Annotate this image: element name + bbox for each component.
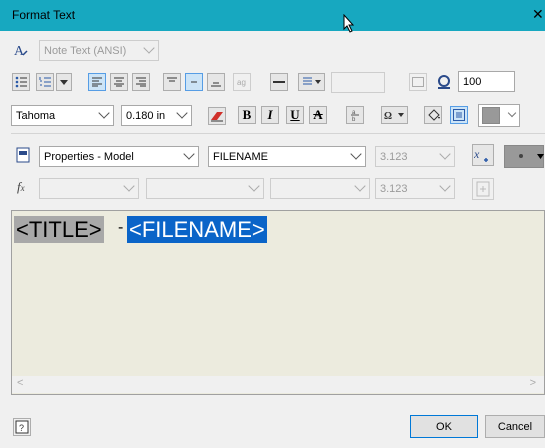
add-property-icon[interactable]: x [472, 144, 494, 166]
add-parameter-icon[interactable] [472, 178, 494, 200]
svg-text:x: x [474, 147, 480, 161]
line-spacing-dropdown-icon[interactable] [298, 73, 325, 91]
parameter-part-select[interactable] [39, 178, 139, 199]
scroll-left-icon[interactable]: < [17, 377, 23, 389]
parameter-type-select[interactable] [146, 178, 264, 199]
divider [11, 133, 545, 134]
valign-top-button[interactable] [163, 73, 181, 91]
align-center-button[interactable] [110, 73, 128, 91]
symbol-dropdown-icon[interactable]: Ω [381, 106, 408, 124]
cancel-button[interactable]: Cancel [485, 415, 545, 438]
scroll-right-icon[interactable]: > [530, 377, 536, 389]
italic-button[interactable]: I [261, 106, 279, 124]
underline-button[interactable]: U [286, 106, 304, 124]
parameter-precision-select[interactable]: 3.123 [375, 178, 455, 199]
width-scale-icon [409, 73, 427, 91]
tracking-icon [435, 73, 453, 91]
list-dropdown-icon[interactable] [56, 73, 72, 91]
frame-button[interactable] [450, 106, 468, 124]
width-scale-input[interactable]: 100 [458, 71, 515, 92]
text-color-icon[interactable] [208, 107, 226, 125]
line-spacing-value[interactable] [331, 72, 385, 93]
numbered-list-icon[interactable] [36, 73, 54, 91]
function-icon: fx [17, 179, 25, 194]
help-icon[interactable]: ? [13, 418, 31, 436]
properties-icon [15, 147, 31, 163]
property-precision-select[interactable]: 3.123 [375, 146, 455, 167]
title-bar [0, 0, 545, 31]
strikethrough-button[interactable]: A [309, 106, 327, 124]
align-left-button[interactable] [88, 73, 106, 91]
property-color-select[interactable] [504, 145, 544, 168]
svg-text:?: ? [19, 423, 24, 433]
stacking-icon[interactable]: ab [346, 106, 364, 124]
font-select[interactable]: Tahoma [11, 105, 114, 126]
background-fill-icon[interactable] [424, 106, 442, 124]
title-token[interactable]: <TITLE> [14, 216, 104, 243]
svg-text:Ω: Ω [384, 111, 392, 121]
parameter-select[interactable] [270, 178, 370, 199]
svg-text:ag: ag [237, 78, 246, 87]
align-right-button[interactable] [132, 73, 150, 91]
filename-token[interactable]: <FILENAME> [127, 216, 267, 243]
horizontal-scrollbar[interactable]: < > [12, 376, 544, 393]
dialog-title: Format Text [12, 8, 76, 22]
svg-text:b: b [352, 117, 356, 122]
text-style-select[interactable]: Note Text (ANSI) [39, 40, 159, 61]
close-icon[interactable]: ✕ [532, 6, 544, 23]
line-weight-icon[interactable] [270, 73, 288, 91]
font-size-select[interactable]: 0.180 in [121, 105, 192, 126]
bullet-list-icon[interactable] [12, 73, 30, 91]
separator-text: - [118, 219, 124, 236]
text-editor[interactable]: <TITLE> - <FILENAME> [11, 210, 545, 395]
stack-text-icon[interactable]: ag [233, 73, 251, 91]
text-style-icon: A [12, 41, 30, 59]
property-type-select[interactable]: Properties - Model [39, 146, 199, 167]
color-select[interactable] [478, 104, 520, 127]
ok-button[interactable]: OK [410, 415, 478, 438]
svg-text:A: A [14, 44, 25, 59]
valign-middle-button[interactable] [185, 73, 203, 91]
bold-button[interactable]: B [238, 106, 256, 124]
valign-bottom-button[interactable] [207, 73, 225, 91]
mouse-cursor-icon [343, 13, 355, 36]
property-select[interactable]: FILENAME [208, 146, 366, 167]
